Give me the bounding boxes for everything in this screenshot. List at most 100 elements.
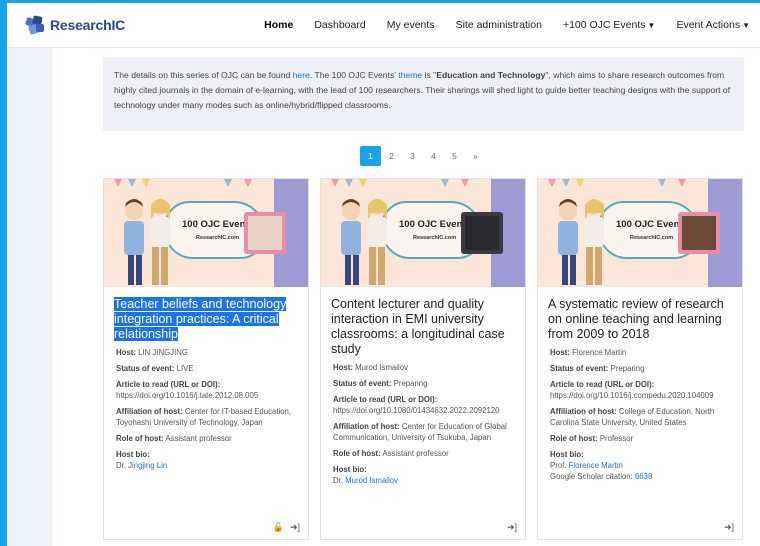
- sign-in-icon[interactable]: ➜]: [507, 522, 517, 533]
- page-4[interactable]: 4: [423, 146, 444, 166]
- affiliation-field: Affiliation of host: Center for IT-based…: [116, 406, 296, 428]
- nav-event-actions-dropdown[interactable]: Event Actions ▼: [676, 19, 750, 31]
- bio-field: Host bio: Dr. Murod Ismailov: [333, 464, 513, 486]
- field-label: Role of host:: [550, 434, 598, 443]
- field-label: Host bio:: [550, 450, 584, 459]
- article-value: https://doi.org/10.1016/j.tate.2012.08.0…: [116, 391, 259, 400]
- cartoon-people-illustration: [341, 199, 387, 285]
- role-field: Role of host: Assistant professor: [333, 448, 513, 459]
- page-2[interactable]: 2: [381, 146, 402, 166]
- host-bio-link[interactable]: Jingjing Lin: [128, 461, 167, 470]
- status-field: Status of event: Preparing: [550, 363, 730, 374]
- event-title[interactable]: Content lecturer and quality interaction…: [331, 297, 515, 357]
- event-title[interactable]: A systematic review of research on onlin…: [548, 297, 732, 342]
- role-field: Role of host: Assistant professor: [116, 433, 296, 444]
- article-value: https://doi.org/10.1080/01434632.2022.20…: [333, 406, 500, 415]
- field-label: Status of event:: [116, 364, 175, 373]
- lock-icon[interactable]: 🔓: [273, 522, 284, 533]
- status-value: Preparing: [610, 364, 645, 373]
- host-value: LIN JINGJING: [138, 348, 188, 357]
- nav-dashboard[interactable]: Dashboard: [314, 19, 365, 31]
- banner-subtitle: ResearchIC.com: [630, 235, 674, 241]
- nav-my-events[interactable]: My events: [387, 19, 435, 31]
- info-text: is ": [422, 70, 437, 80]
- banner-subtitle: ResearchIC.com: [413, 235, 457, 241]
- bio-field: Host bio: Dr. Jingjing Lin: [116, 449, 296, 471]
- cartoon-people-illustration: [558, 199, 604, 285]
- chevron-down-icon: ▼: [742, 21, 750, 30]
- field-label: Host:: [116, 348, 136, 357]
- card-footer: ➜]: [724, 522, 734, 533]
- brand-logo-icon: [25, 15, 44, 35]
- info-here-link[interactable]: here: [293, 70, 310, 80]
- page-1[interactable]: 1: [360, 146, 381, 166]
- field-label: Article to read (URL or DOI):: [333, 395, 438, 404]
- chevron-down-icon: ▼: [647, 21, 656, 30]
- nav-home[interactable]: Home: [264, 19, 293, 31]
- field-label: Affiliation of host:: [550, 407, 617, 416]
- series-info-box: The details on this series of OJC can be…: [103, 57, 744, 131]
- sign-in-icon[interactable]: ➜]: [290, 522, 300, 533]
- host-photo: [244, 212, 286, 254]
- article-field: Article to read (URL or DOI): https://doi…: [333, 394, 513, 416]
- citation-label: Google Scholar citation:: [550, 472, 635, 481]
- host-bio-link[interactable]: Murod Ismailov: [345, 476, 398, 485]
- sign-in-icon[interactable]: ➜]: [724, 522, 734, 533]
- host-value: Florence Martin: [572, 348, 627, 357]
- role-value: Assistant professor: [165, 434, 232, 443]
- bio-prefix: Dr.: [116, 461, 129, 470]
- bio-prefix: Dr.: [333, 476, 346, 485]
- host-field: Host: LIN JINGJING: [116, 347, 296, 358]
- host-field: Host: Florence Martin: [550, 347, 730, 358]
- role-field: Role of host: Professor: [550, 433, 730, 444]
- nav-site-administration[interactable]: Site administration: [456, 19, 542, 31]
- status-value: LIVE: [176, 364, 194, 373]
- field-label: Role of host:: [333, 449, 381, 458]
- info-theme-link[interactable]: theme: [398, 70, 422, 80]
- field-label: Article to read (URL or DOI):: [550, 380, 655, 389]
- top-navbar: ResearchIC Home Dashboard My events Site…: [7, 3, 760, 48]
- event-card: 100 OJC Events ResearchIC.com Content le…: [320, 178, 526, 540]
- field-label: Affiliation of host:: [116, 407, 183, 416]
- host-bio-link[interactable]: Florence Martin: [569, 461, 623, 470]
- info-theme-bold: Education and Technology: [436, 70, 546, 80]
- host-portrait: [682, 216, 716, 250]
- citation-link[interactable]: 6638: [635, 472, 652, 481]
- brand[interactable]: ResearchIC: [24, 14, 125, 36]
- status-value: Preparing: [393, 379, 428, 388]
- event-title-text: Teacher beliefs and technology integrati…: [114, 297, 287, 341]
- event-banner[interactable]: 100 OJC Events ResearchIC.com: [104, 179, 308, 287]
- nav-ojc-events-label: +100 OJC Events: [562, 19, 646, 31]
- role-value: Professor: [599, 434, 634, 443]
- affiliation-field: Affiliation of host: College of Educatio…: [550, 406, 730, 428]
- role-value: Assistant professor: [382, 449, 449, 458]
- event-card: 100 OJC Events ResearchIC.com A systemat…: [537, 178, 743, 540]
- window-frame-left: [0, 0, 7, 546]
- field-label: Host bio:: [116, 450, 150, 459]
- card-footer: ➜]: [507, 522, 517, 533]
- left-drawer-rail: [7, 48, 52, 546]
- page-5[interactable]: 5: [444, 146, 465, 166]
- page-next[interactable]: »: [465, 146, 486, 166]
- field-label: Host:: [550, 348, 570, 357]
- event-title[interactable]: Teacher beliefs and technology integrati…: [114, 297, 298, 342]
- host-field: Host: Murod Ismailov: [333, 362, 513, 373]
- event-banner[interactable]: 100 OJC Events ResearchIC.com: [321, 179, 525, 287]
- bio-prefix: Prof.: [550, 461, 569, 470]
- bio-field: Host bio: Prof. Florence Martin Google Sch…: [550, 449, 730, 482]
- status-field: Status of event: Preparing: [333, 378, 513, 389]
- cartoon-people-illustration: [124, 199, 170, 285]
- field-label: Article to read (URL or DOI):: [116, 380, 221, 389]
- affiliation-field: Affiliation of host: Center for Educatio…: [333, 421, 513, 443]
- page-3[interactable]: 3: [402, 146, 423, 166]
- host-portrait: [248, 216, 282, 250]
- article-field: Article to read (URL or DOI): https://doi…: [550, 379, 730, 401]
- field-label: Role of host:: [116, 434, 164, 443]
- nav-ojc-events-dropdown[interactable]: +100 OJC Events ▼: [563, 19, 656, 31]
- banner-subtitle: ResearchIC.com: [196, 235, 240, 241]
- event-card: 100 OJC Events ResearchIC.com Teacher be…: [103, 178, 309, 540]
- info-text: The details on this series of OJC can be…: [114, 70, 293, 80]
- event-banner[interactable]: 100 OJC Events ResearchIC.com: [538, 179, 742, 287]
- field-label: Affiliation of host:: [333, 422, 400, 431]
- status-field: Status of event: LIVE: [116, 363, 296, 374]
